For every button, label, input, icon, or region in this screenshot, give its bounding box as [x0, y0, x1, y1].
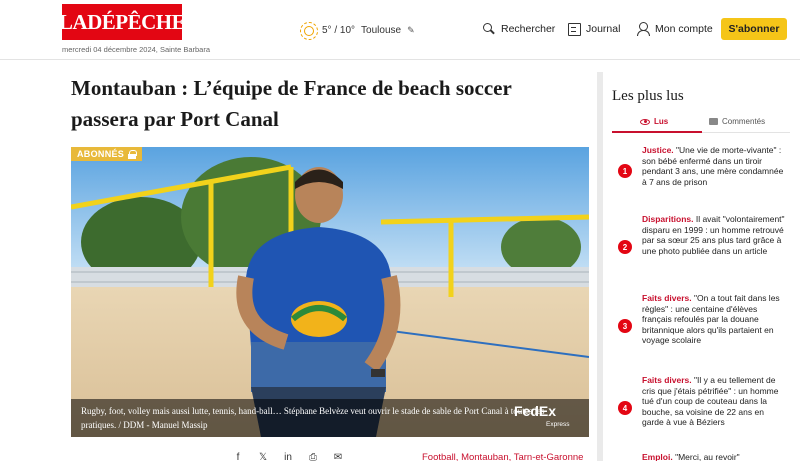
subscribe-button[interactable]: S'abonner — [721, 18, 787, 40]
tab-most-read[interactable]: Lus — [640, 117, 668, 126]
item-category: Emploi. — [642, 452, 673, 461]
item-category: Disparitions. — [642, 214, 694, 224]
mail-icon[interactable]: ✉ — [332, 452, 344, 461]
search-label: Rechercher — [501, 22, 556, 35]
print-icon[interactable]: ⎙ — [307, 452, 319, 461]
sun-icon — [300, 22, 318, 40]
account-label: Mon compte — [655, 22, 713, 35]
item-text: Faits divers. "On a tout fait dans les r… — [642, 293, 787, 346]
item-text: Justice. "Une vie de morte-vivante" : so… — [642, 145, 787, 187]
x-icon[interactable]: 𝕏 — [257, 452, 269, 461]
linkedin-icon[interactable]: in — [282, 452, 294, 461]
rank-badge: 4 — [618, 401, 632, 415]
newspaper-icon — [567, 22, 581, 36]
article-tags[interactable]: Football, Montauban, Tarn-et-Garonne — [422, 452, 583, 461]
rank-badge: 2 — [618, 240, 632, 254]
beach-soccer-photo — [71, 147, 589, 437]
site-header: LADÉPÊCHE mercredi 04 décembre 2024, Sai… — [0, 0, 800, 60]
eye-icon — [640, 118, 650, 125]
tab-underline — [702, 132, 790, 133]
article-photo[interactable] — [71, 147, 589, 437]
item-text: Disparitions. Il avait "volontairement" … — [642, 214, 787, 256]
lock-icon — [128, 150, 138, 159]
user-icon — [636, 22, 650, 36]
search-button[interactable]: Rechercher — [482, 22, 555, 35]
search-icon — [482, 22, 495, 35]
sponsor-logo: FedEx — [514, 403, 556, 419]
journal-label: Journal — [586, 22, 621, 35]
article-title: Montauban : L’équipe de France de beach … — [71, 76, 512, 131]
column-divider — [597, 72, 603, 461]
item-text: Emploi. "Merci, au revoir" — [642, 452, 787, 461]
item-headline: "Merci, au revoir" — [672, 452, 740, 461]
item-text: Faits divers. "Il y a eu tellement de cr… — [642, 375, 787, 428]
weather-temp: 5° / 10° — [322, 24, 356, 36]
item-category: Faits divers. — [642, 375, 692, 385]
active-tab-indicator — [612, 131, 702, 133]
rank-badge: 3 — [618, 319, 632, 333]
sponsor-name: FedEx — [514, 403, 557, 419]
rank-badge: 1 — [618, 164, 632, 178]
account-button[interactable]: Mon compte — [636, 22, 713, 36]
item-category: Faits divers. — [642, 293, 692, 303]
share-bar: f 𝕏 in ⎙ ✉ — [232, 452, 344, 461]
journal-button[interactable]: Journal — [567, 22, 621, 36]
badge-label: ABONNÉS — [77, 149, 125, 159]
most-read-title: Les plus lus — [612, 88, 684, 104]
date-line: mercredi 04 décembre 2024, Sainte Barbar… — [62, 45, 211, 54]
photo-caption: Rugby, foot, volley mais aussi lutte, te… — [71, 399, 589, 437]
subscribers-badge: ABONNÉS — [71, 147, 143, 161]
item-category: Justice. — [642, 145, 674, 155]
tab-read-label: Lus — [654, 117, 669, 126]
weather-widget[interactable]: 5° / 10° Toulouse ✎ — [300, 22, 415, 40]
facebook-icon[interactable]: f — [232, 452, 244, 461]
weather-city: Toulouse — [361, 24, 402, 36]
tab-most-commented[interactable]: Commentés — [709, 117, 765, 126]
edit-icon[interactable]: ✎ — [407, 25, 415, 36]
tab-comments-label: Commentés — [722, 117, 766, 126]
comment-icon — [709, 118, 718, 125]
site-logo[interactable]: LADÉPÊCHE — [59, 4, 186, 40]
sponsor-sub: Express — [546, 421, 570, 428]
